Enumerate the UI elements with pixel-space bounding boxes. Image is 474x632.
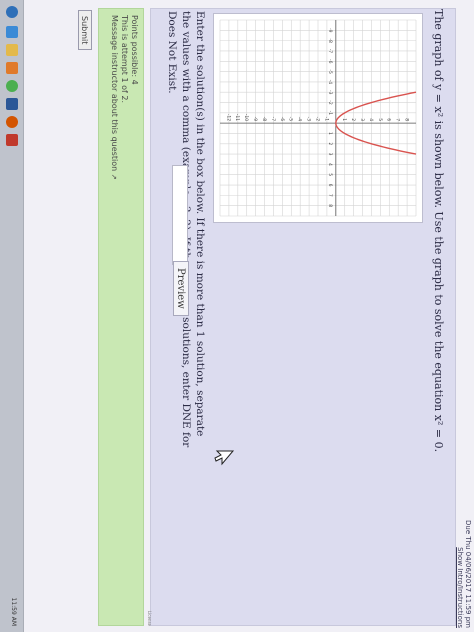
x-tick-label: -3 xyxy=(327,90,333,95)
y-tick-label: -2 xyxy=(314,117,320,122)
submit-button[interactable]: Submit xyxy=(78,10,92,51)
popout-icon: ↗ xyxy=(110,173,118,180)
assignment-screen: Due Thu 04/06/2017 11:59 pm Show Intro/I… xyxy=(0,0,474,632)
answer-input[interactable] xyxy=(172,165,188,265)
start-icon[interactable] xyxy=(6,6,18,18)
show-intro-link[interactable]: Show Intro/Instructions xyxy=(456,520,464,628)
x-tick-label: 7 xyxy=(327,194,333,197)
y-tick-label: 5 xyxy=(377,118,383,121)
x-tick-label: 4 xyxy=(327,163,333,166)
mouse-cursor-icon xyxy=(214,450,235,466)
y-tick-label: -6 xyxy=(279,117,285,122)
y-tick-label: -3 xyxy=(305,117,311,122)
parabola-graph: -9-8-7-6-5-4-3-2-11234567887654321-1-2-3… xyxy=(213,13,423,223)
word-icon[interactable] xyxy=(6,98,18,110)
app-icon[interactable] xyxy=(6,134,18,146)
y-tick-label: 8 xyxy=(403,118,409,121)
y-tick-label: -12 xyxy=(225,114,231,121)
x-tick-label: 1 xyxy=(327,132,333,135)
message-instructor-link[interactable]: Message instructor about this question ↗ xyxy=(109,15,119,619)
x-tick-label: -5 xyxy=(327,69,333,74)
firefox-icon[interactable] xyxy=(6,116,18,128)
y-tick-label: 2 xyxy=(350,118,356,121)
y-tick-label: 1 xyxy=(341,118,347,121)
x-tick-label: 3 xyxy=(327,153,333,156)
y-tick-label: -10 xyxy=(243,114,249,121)
x-tick-label: -8 xyxy=(327,38,333,43)
y-tick-label: -9 xyxy=(252,117,258,122)
points-info-box: Points possible: 4 This is attempt 1 of … xyxy=(98,8,144,626)
chrome-icon[interactable] xyxy=(6,80,18,92)
y-tick-label: 3 xyxy=(359,118,365,121)
x-tick-label: 5 xyxy=(327,173,333,176)
y-tick-label: -5 xyxy=(288,117,294,122)
ie-icon[interactable] xyxy=(6,26,18,38)
message-instructor-label: Message instructor about this question xyxy=(110,15,119,172)
x-tick-label: -9 xyxy=(327,28,333,33)
points-possible: Points possible: 4 xyxy=(130,15,139,85)
due-date-block: Due Thu 04/06/2017 11:59 pm Show Intro/I… xyxy=(456,520,472,628)
x-tick-label: 2 xyxy=(327,142,333,145)
x-tick-label: 6 xyxy=(327,184,333,187)
y-tick-label: 4 xyxy=(368,118,374,121)
x-tick-label: -4 xyxy=(327,80,333,85)
windows-taskbar: 11:59 AM xyxy=(0,0,24,632)
due-date: Due Thu 04/06/2017 11:59 pm xyxy=(464,520,472,628)
license-link[interactable]: License xyxy=(147,611,152,626)
x-tick-label: -6 xyxy=(327,59,333,64)
y-tick-label: 7 xyxy=(395,118,401,121)
y-tick-label: -4 xyxy=(297,117,303,122)
y-tick-label: -7 xyxy=(270,117,276,122)
x-tick-label: -1 xyxy=(327,111,333,116)
x-tick-label: -2 xyxy=(327,100,333,105)
y-tick-label: 6 xyxy=(386,118,392,121)
media-icon[interactable] xyxy=(6,62,18,74)
y-tick-label: -11 xyxy=(234,114,240,121)
attempt-info: This is attempt 1 of 2. xyxy=(120,15,129,103)
preview-button[interactable]: Preview xyxy=(173,261,189,316)
folder-icon[interactable] xyxy=(6,44,18,56)
question-panel: The graph of y = x² is shown below. Use … xyxy=(150,8,456,626)
tray-clock: 11:59 AM xyxy=(10,597,17,626)
question-prompt: The graph of y = x² is shown below. Use … xyxy=(432,9,445,453)
x-tick-label: 8 xyxy=(327,204,333,207)
x-tick-label: -7 xyxy=(327,49,333,54)
y-tick-label: -8 xyxy=(261,117,267,122)
y-tick-label: -1 xyxy=(323,117,329,122)
